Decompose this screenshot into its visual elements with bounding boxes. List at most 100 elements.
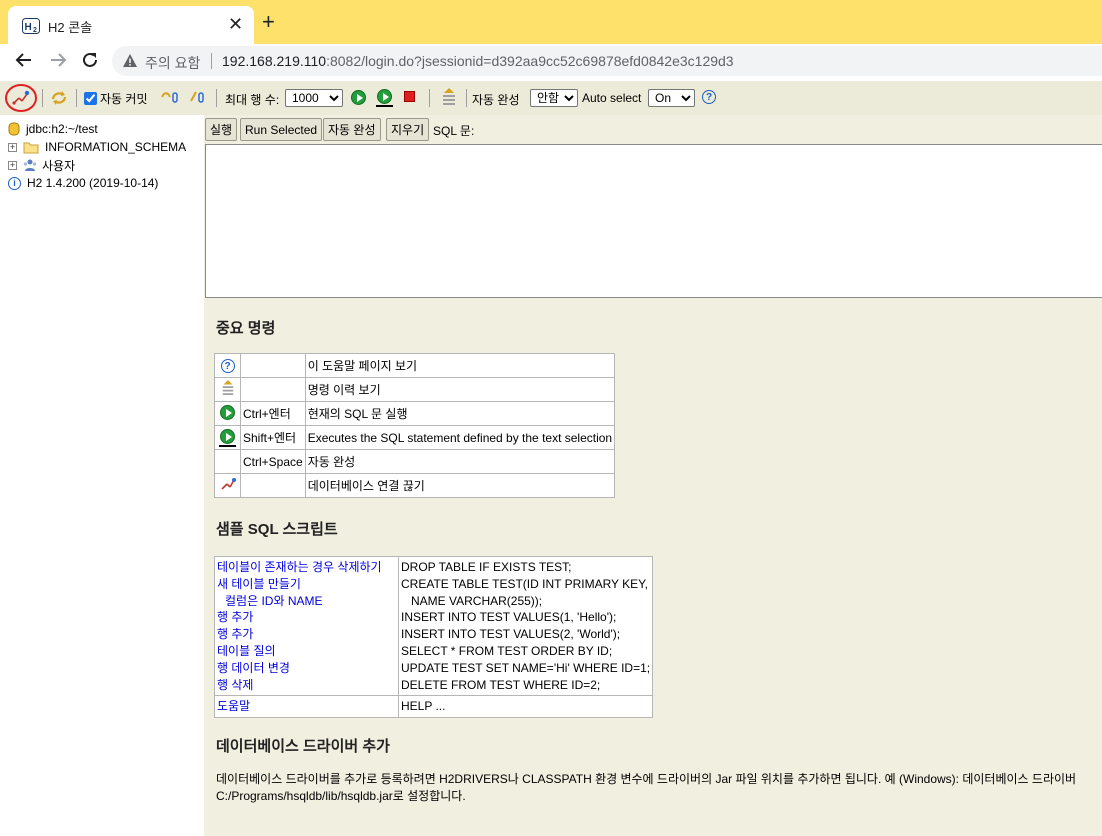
forward-icon[interactable] [46, 48, 70, 72]
version-label: H2 1.4.200 (2019-10-14) [27, 176, 159, 190]
command-icon-cell [214, 425, 241, 450]
tree-connection[interactable]: jdbc:h2:~/test [8, 120, 98, 138]
auto-select-select[interactable]: On [648, 89, 695, 107]
refresh-button[interactable] [50, 90, 68, 106]
url-text[interactable]: 192.168.219.110:8082/login.do?jsessionid… [222, 53, 734, 69]
sample-link[interactable]: 테이블이 존재하는 경우 삭제하기 [217, 559, 396, 576]
disconnect-button[interactable] [4, 83, 38, 113]
command-description: 명령 이력 보기 [304, 377, 616, 402]
sample-sql-line: DROP TABLE IF EXISTS TEST; [401, 560, 572, 574]
help-link[interactable]: 도움말 [217, 698, 396, 715]
back-icon[interactable] [12, 48, 36, 72]
add-driver-text: 데이터베이스 드라이버를 추가로 등록하려면 H2DRIVERS나 CLASSP… [216, 772, 1077, 803]
help-sql-cell: HELP ... [397, 695, 654, 719]
sample-link[interactable]: 행 추가 [217, 626, 396, 643]
command-icon-cell [214, 473, 241, 498]
run-selected-button[interactable] [376, 89, 393, 107]
clear-button[interactable]: 지우기 [386, 118, 430, 141]
history-button[interactable] [441, 87, 457, 107]
folder-icon [23, 142, 39, 153]
tree-schema[interactable]: + INFORMATION_SCHEMA [8, 138, 186, 156]
toolbar-separator [42, 89, 43, 107]
help-button[interactable]: ? [702, 90, 716, 104]
sample-link[interactable]: 행 삭제 [217, 677, 396, 694]
sql-editor[interactable] [205, 144, 1102, 298]
command-shortcut [240, 353, 306, 378]
address-bar[interactable]: 주의 요함 192.168.219.110:8082/login.do?jses… [112, 46, 1102, 76]
sample-link[interactable]: 컬럼은 ID와 NAME [217, 593, 396, 610]
max-rows-select[interactable]: 1000 [285, 89, 343, 107]
run-button[interactable] [351, 90, 366, 105]
sample-link[interactable]: 새 테이블 만들기 [217, 576, 396, 593]
autocomplete-select[interactable]: 안함 [530, 89, 578, 107]
tree-version: i H2 1.4.200 (2019-10-14) [8, 174, 158, 192]
url-host: 192.168.219.110 [222, 53, 327, 69]
run-selected-text-button[interactable]: Run Selected [240, 118, 323, 141]
new-tab-icon[interactable]: + [262, 10, 275, 34]
sample-sql-line: INSERT INTO TEST VALUES(1, 'Hello'); [401, 610, 617, 625]
command-row: Shift+엔터 Executes the SQL statement defin… [214, 425, 616, 450]
schema-label: INFORMATION_SCHEMA [45, 140, 187, 154]
sample-link[interactable]: 행 추가 [217, 609, 396, 626]
auto-commit-toggle[interactable]: 자동 커밋 [84, 90, 148, 107]
execute-button[interactable]: 실행 [205, 118, 238, 141]
run-selected-icon[interactable] [219, 428, 236, 447]
users-icon [23, 159, 37, 171]
sample-link[interactable]: 행 데이터 변경 [217, 660, 396, 677]
disconnect-icon[interactable] [219, 476, 237, 492]
object-tree: jdbc:h2:~/test + INFORMATION_SCHEMA + 사용… [0, 118, 204, 836]
command-icon-cell [214, 401, 241, 426]
refresh-icon [51, 91, 67, 105]
sample-sql-line: CREATE TABLE TEST(ID INT PRIMARY KEY, [401, 576, 648, 591]
command-row: ? 이 도움말 페이지 보기 [214, 353, 616, 378]
command-description: 현재의 SQL 문 실행 [304, 401, 616, 426]
security-label[interactable]: 주의 요함 [145, 53, 200, 73]
sample-row: 테이블이 존재하는 경우 삭제하기 새 테이블 만들기 컬럼은 ID와 NAME 행 … [214, 555, 654, 697]
browser-tabstrip: H 2 H2 콘솔 ✕ + [0, 0, 1102, 44]
autocomplete-button[interactable]: 자동 완성 [323, 118, 381, 141]
stop-icon [404, 91, 415, 102]
run-icon [351, 90, 366, 105]
commit-icon [161, 92, 178, 103]
command-icon-cell: ? [214, 353, 241, 378]
command-description: 데이터베이스 연결 끊기 [304, 473, 616, 498]
tab-close-icon[interactable]: ✕ [228, 14, 243, 34]
rollback-button[interactable] [189, 89, 207, 105]
reload-icon[interactable] [78, 48, 102, 72]
sample-sql-line: UPDATE TEST SET NAME='Hi' WHERE ID=1; [401, 660, 651, 675]
history-icon[interactable] [221, 379, 235, 397]
browser-tab[interactable]: H 2 H2 콘솔 ✕ [8, 6, 254, 44]
sample-sql-line: SELECT * FROM TEST ORDER BY ID; [401, 643, 613, 658]
warning-icon[interactable] [122, 53, 138, 69]
sql-label: SQL 문: [433, 124, 475, 138]
command-description: 이 도움말 페이지 보기 [304, 353, 616, 378]
sample-sql-cell: DROP TABLE IF EXISTS TEST; CREATE TABLE T… [397, 555, 654, 697]
auto-select-label: Auto select [582, 91, 642, 105]
auto-commit-checkbox[interactable] [84, 92, 97, 105]
sample-link[interactable]: 테이블 질의 [217, 643, 396, 660]
auto-commit-label: 자동 커밋 [100, 92, 148, 106]
expand-icon[interactable]: + [8, 160, 17, 170]
address-separator [211, 53, 212, 69]
command-shortcut: Ctrl+Space [240, 449, 306, 474]
expand-icon[interactable]: + [8, 142, 17, 152]
run-icon[interactable] [220, 404, 235, 420]
query-pane: 실행 Run Selected 자동 완성 지우기 SQL 문: 중요 명령 ?… [204, 115, 1102, 836]
users-label: 사용자 [42, 158, 76, 173]
tree-users[interactable]: + 사용자 [8, 156, 75, 174]
help-icon[interactable]: ? [220, 359, 235, 374]
important-commands-table: ? 이 도움말 페이지 보기 명령 이력 보기 Ctrl+엔터 현재의 SQL 문 실행… [214, 353, 616, 498]
sample-sql-table: 테이블이 존재하는 경우 삭제하기 새 테이블 만들기 컬럼은 ID와 NAME 행 … [214, 555, 654, 719]
autocomplete-label: 자동 완성 [472, 93, 520, 107]
h2-favicon-icon: H 2 [22, 18, 40, 34]
database-icon [8, 122, 20, 136]
toolbar-separator [429, 89, 430, 107]
commit-button[interactable] [160, 89, 180, 105]
svg-text:2: 2 [33, 27, 37, 34]
command-row: 데이터베이스 연결 끊기 [214, 473, 616, 498]
browser-navbar: 주의 요함 192.168.219.110:8082/login.do?jses… [0, 44, 1102, 77]
url-path: :8082/login.do?jsessionid=d392aa9cc52c69… [326, 53, 734, 69]
help-icon: ? [702, 90, 716, 104]
stop-button[interactable] [404, 91, 415, 102]
command-icon-cell [214, 377, 241, 402]
